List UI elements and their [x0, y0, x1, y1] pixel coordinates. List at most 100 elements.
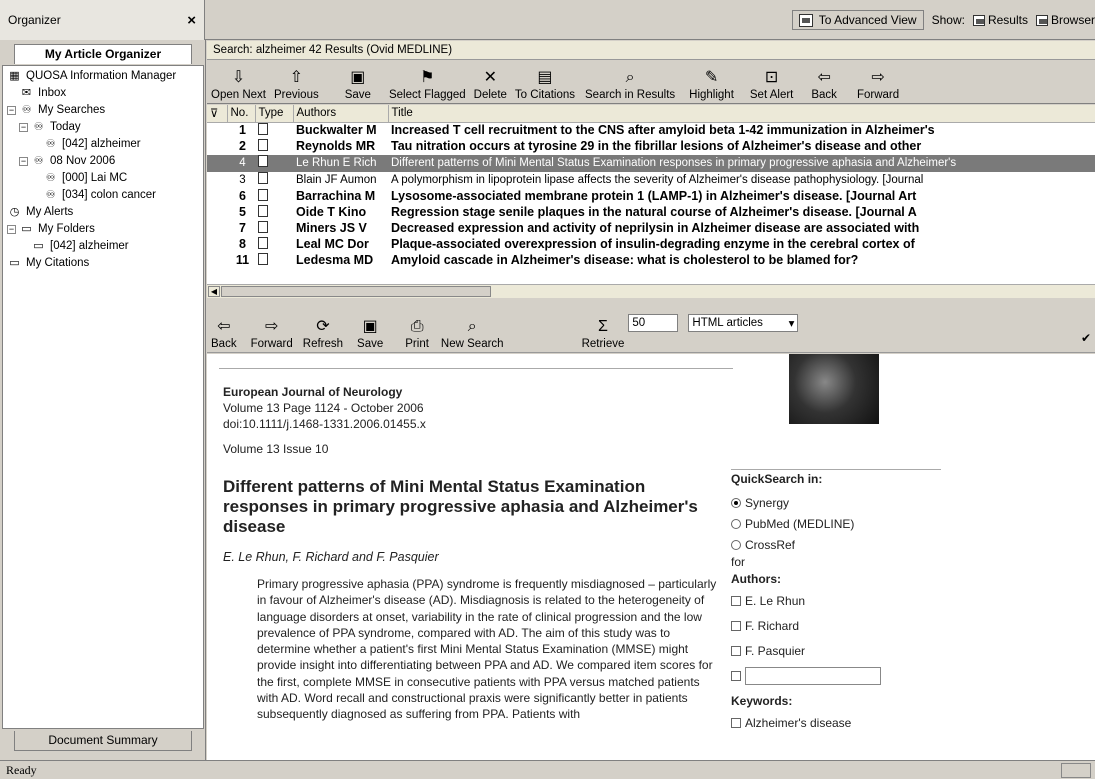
collapse-icon[interactable]: − — [7, 225, 16, 234]
open-next-icon: ⇩ — [231, 69, 246, 86]
checkbox[interactable] — [731, 595, 741, 606]
open-next-button[interactable]: ⇩ Open Next — [207, 69, 270, 103]
save-icon: ▣ — [350, 69, 366, 86]
table-row[interactable]: 7 Miners JS V Decreased expression and act… — [207, 220, 1095, 237]
collapse-icon[interactable]: − — [19, 157, 28, 166]
checkbox-checked[interactable]: ✔ — [1081, 331, 1091, 345]
highlight-button[interactable]: ✎ Highlight — [685, 69, 738, 103]
flag-cell[interactable] — [207, 189, 227, 205]
flag-cell[interactable] — [207, 122, 227, 139]
article-authors: E. Le Rhun, F. Richard and F. Pasquier — [223, 550, 439, 564]
tree-item[interactable]: ✉ Inbox — [3, 85, 203, 102]
table-row[interactable]: 2 Reynolds MR Tau nitration occurs at tyro… — [207, 138, 1095, 155]
checkbox[interactable] — [731, 620, 741, 631]
tree-item[interactable]: ♾ [042] alzheimer — [3, 136, 203, 153]
back-button[interactable]: ⇦ Back — [207, 318, 241, 352]
show-results-toggle[interactable]: Results — [972, 13, 1028, 27]
collapse-icon[interactable]: − — [19, 123, 28, 132]
select-flagged-button[interactable]: ⚑ Select Flagged — [385, 69, 470, 103]
table-row[interactable]: 3 Blain JF Aumon A polymorphism in lipopro… — [207, 171, 1095, 189]
column-header[interactable]: Authors — [293, 105, 389, 123]
radio-dot[interactable] — [731, 518, 741, 529]
flag-cell[interactable] — [207, 139, 227, 155]
toolbar-label: Set Alert — [749, 89, 794, 101]
table-row[interactable]: 11 Ledesma MD Amyloid cascade in Alzheimer… — [207, 252, 1095, 269]
checkbox[interactable] — [731, 645, 741, 656]
volume-page: Volume 13 Page 1124 - October 2006 — [223, 401, 424, 415]
radio-dot[interactable] — [731, 539, 741, 550]
radio-synergy[interactable]: Synergy — [731, 492, 951, 513]
flag-cell[interactable] — [207, 172, 227, 189]
flag-column-header[interactable]: ⊽ — [207, 105, 228, 123]
row-number: 8 — [239, 237, 246, 251]
save-button[interactable]: ▣ Save — [341, 69, 375, 103]
flag-cell[interactable] — [207, 205, 227, 221]
back-icon: ⇦ — [217, 318, 231, 335]
results-table: ⊽ No. Type Authors Title 1 Buckwalter M Increa… — [207, 105, 1095, 269]
table-row[interactable]: 8 Leal MC Dor Plaque-associated overexpres… — [207, 236, 1095, 253]
retrieve-count-input[interactable]: 50 — [628, 314, 679, 332]
new-search-button[interactable]: ⌕ New Search — [437, 318, 508, 352]
title-cell: Increased T cell recruitment to the CNS … — [391, 123, 935, 137]
keyword-checkbox[interactable]: Alzheimer's disease — [731, 710, 951, 735]
forward-button[interactable]: ⇨ Forward — [247, 318, 297, 352]
show-browser-toggle[interactable]: Browser — [1035, 13, 1095, 27]
set-alert-button[interactable]: ⊡ Set Alert — [746, 69, 797, 103]
checkbox-label: F. Richard — [745, 618, 800, 633]
tree-item[interactable]: ▭ My Citations — [3, 255, 203, 272]
retrieve-button[interactable]: Σ Retrieve — [578, 318, 629, 352]
flag-cell[interactable] — [207, 154, 227, 172]
author-checkbox[interactable]: F. Richard — [731, 613, 951, 638]
table-row[interactable]: 1 Buckwalter M Increased T cell recruitmen… — [207, 122, 1095, 139]
tree-item[interactable]: − ♾ Today — [3, 119, 203, 136]
table-row[interactable]: 5 Oide T Kino Regression stage senile plaq… — [207, 204, 1095, 221]
table-row[interactable]: 4 Le Rhun E Rich Different patterns of Min… — [207, 154, 1095, 172]
back-button[interactable]: ⇦ Back — [807, 69, 841, 103]
tree-item[interactable]: ♾ [034] colon cancer — [3, 187, 203, 204]
forward-button[interactable]: ⇨ Forward — [853, 69, 903, 103]
column-header[interactable]: Title — [388, 105, 1095, 123]
radio-crossref[interactable]: CrossRef — [731, 534, 951, 555]
column-header[interactable]: No. — [227, 105, 256, 123]
article-pane: European Journal of Neurology Volume 13 … — [207, 354, 1095, 760]
tree-item[interactable]: − ▭ My Folders — [3, 221, 203, 238]
save-button[interactable]: ▣ Save — [353, 318, 387, 352]
delete-button[interactable]: ✕ Delete — [470, 69, 511, 103]
radio-pubmed[interactable]: PubMed (MEDLINE) — [731, 513, 951, 534]
flag-cell[interactable] — [207, 237, 227, 253]
flag-cell[interactable] — [207, 253, 227, 269]
tree-item[interactable]: ♾ [000] Lai MC — [3, 170, 203, 187]
tree-item[interactable]: ◷ My Alerts — [3, 204, 203, 221]
previous-button[interactable]: ⇧ Previous — [270, 69, 323, 103]
search-in-results-button[interactable]: ⌕ Search in Results — [581, 69, 679, 103]
horizontal-scrollbar[interactable]: ◀ — [207, 284, 1095, 298]
tab-my-article-organizer[interactable]: My Article Organizer — [14, 44, 192, 64]
row-number: 6 — [239, 189, 246, 203]
tree-item[interactable]: ▭ [042] alzheimer — [3, 238, 203, 255]
close-icon[interactable]: × — [187, 12, 196, 29]
custom-author-input[interactable] — [745, 666, 881, 685]
tree-item[interactable]: − ♾ 08 Nov 2006 — [3, 153, 203, 170]
tree-item-label: [000] Lai MC — [62, 172, 128, 184]
author-checkbox[interactable]: F. Pasquier — [731, 638, 951, 663]
author-cell: Leal MC Dor — [296, 237, 369, 251]
retrieve-format-select[interactable]: HTML articles ▾ — [688, 314, 799, 332]
collapse-icon[interactable]: − — [7, 106, 16, 115]
checkbox[interactable] — [731, 717, 741, 728]
tab-document-summary[interactable]: Document Summary — [14, 731, 192, 751]
scroll-thumb[interactable] — [221, 286, 491, 297]
advanced-view-button[interactable]: To Advanced View — [791, 10, 924, 30]
flag-cell[interactable] — [207, 221, 227, 237]
print-button[interactable]: ⎙ Print — [401, 318, 433, 352]
column-header[interactable]: Type — [255, 105, 294, 123]
refresh-button[interactable]: ⟳ Refresh — [299, 318, 347, 352]
chevron-down-icon[interactable]: ▾ — [789, 316, 795, 330]
scroll-left-icon[interactable]: ◀ — [208, 286, 220, 297]
tree-item[interactable]: − ♾ My Searches — [3, 102, 203, 119]
radio-dot[interactable] — [731, 497, 741, 508]
to-citations-button[interactable]: ▤ To Citations — [511, 69, 579, 103]
tree-item[interactable]: ▦ QUOSA Information Manager — [3, 68, 203, 85]
checkbox[interactable] — [731, 670, 741, 681]
table-row[interactable]: 6 Barrachina M Lysosome-associated membran… — [207, 188, 1095, 205]
author-checkbox[interactable]: E. Le Rhun — [731, 588, 951, 613]
